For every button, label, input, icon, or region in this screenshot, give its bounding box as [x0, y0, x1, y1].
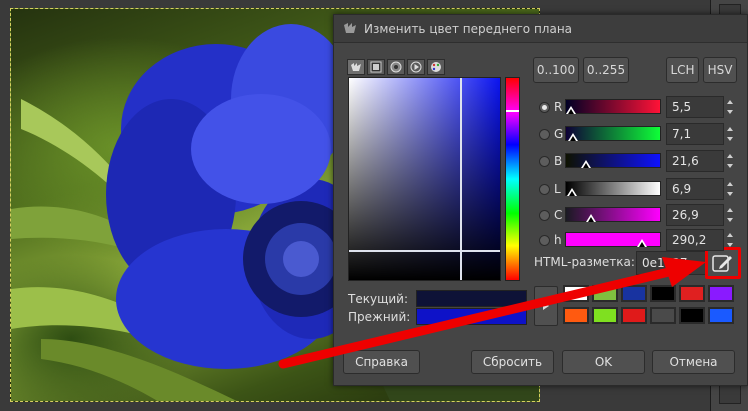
channel-radio-r[interactable]: [539, 101, 550, 113]
channel-row-r: R 5,5: [539, 96, 733, 118]
triangle-play-icon: [410, 61, 422, 73]
history-swatch[interactable]: [650, 285, 676, 302]
channel-value-g[interactable]: 7,1: [666, 123, 724, 145]
cmyk-selector-tab[interactable]: [367, 59, 385, 75]
channel-radio-g[interactable]: [539, 128, 550, 140]
slider-thumb-inner: [638, 242, 645, 247]
channel-value-c[interactable]: 26,9: [666, 204, 724, 226]
history-swatch[interactable]: [621, 307, 647, 324]
history-swatch[interactable]: [679, 307, 705, 324]
gimp-selector-tab[interactable]: [347, 59, 365, 75]
color-selector-tabs: [347, 59, 445, 75]
html-notation-label: HTML-разметка:: [534, 255, 635, 269]
history-swatch[interactable]: [592, 285, 618, 302]
spin-arrows-icon[interactable]: [725, 229, 735, 251]
cancel-button[interactable]: Отмена: [652, 350, 735, 374]
spin-arrows-icon[interactable]: [725, 178, 735, 200]
add-to-history-button[interactable]: [534, 286, 558, 326]
channel-value-l[interactable]: 6,9: [666, 178, 724, 200]
cmyk-grid-icon: [370, 61, 382, 73]
channel-row-g: G 7,1: [539, 123, 733, 145]
palette-icon: [431, 62, 441, 72]
dialog-title: Изменить цвет переднего плана: [364, 21, 573, 36]
color-wheel-icon: [390, 61, 402, 73]
channel-value-h[interactable]: 290,2: [666, 229, 724, 251]
previous-color-label: Прежний:: [348, 310, 411, 324]
history-swatch[interactable]: [708, 307, 734, 324]
channel-value-r[interactable]: 5,5: [666, 96, 724, 118]
slider-thumb-inner: [569, 191, 576, 196]
saturation-value-picker[interactable]: [348, 77, 501, 281]
arrow-right-icon: [543, 302, 549, 310]
channel-slider-b[interactable]: [565, 153, 661, 168]
channel-radio-l[interactable]: [539, 183, 550, 195]
hsv-button[interactable]: HSV: [703, 57, 737, 83]
current-color-swatch: [416, 290, 527, 307]
spin-arrows-icon[interactable]: [725, 123, 735, 145]
lch-button[interactable]: LCH: [666, 57, 699, 83]
channel-slider-r[interactable]: [565, 99, 661, 114]
channel-slider-c[interactable]: [565, 207, 661, 222]
channel-slider-g[interactable]: [565, 126, 661, 141]
dialog-titlebar[interactable]: Изменить цвет переднего плана: [334, 15, 747, 43]
help-button[interactable]: Справка: [343, 350, 420, 374]
spin-arrows-icon[interactable]: [725, 150, 735, 172]
triangle-selector-tab[interactable]: [407, 59, 425, 75]
channel-row-h: h 290,2: [539, 229, 733, 251]
history-swatch[interactable]: [621, 285, 647, 302]
history-swatch[interactable]: [563, 307, 589, 324]
change-foreground-color-dialog: Изменить цвет переднего плана 0..100 0..…: [333, 14, 748, 386]
channel-radio-h[interactable]: [539, 234, 550, 246]
hue-marker: [506, 110, 519, 112]
channel-row-l: L 6,9: [539, 178, 733, 200]
html-notation-input[interactable]: 0e1237: [636, 251, 706, 275]
channel-radio-b[interactable]: [539, 155, 550, 167]
wheel-selector-tab[interactable]: [387, 59, 405, 75]
eyedropper-icon: [712, 255, 732, 272]
history-swatch[interactable]: [708, 285, 734, 302]
channel-row-c: C 26,9: [539, 204, 733, 226]
history-swatch[interactable]: [563, 285, 589, 302]
wilber-icon: [351, 63, 361, 71]
channel-row-b: B 21,6: [539, 150, 733, 172]
range-0-100-button[interactable]: 0..100: [533, 57, 579, 83]
slider-thumb-inner: [588, 217, 595, 222]
current-color-label: Текущий:: [348, 292, 409, 306]
hue-slider[interactable]: [505, 77, 520, 281]
spin-arrows-icon[interactable]: [725, 96, 735, 118]
range-0-255-button[interactable]: 0..255: [583, 57, 629, 83]
history-swatch[interactable]: [592, 307, 618, 324]
palette-selector-tab[interactable]: [427, 59, 445, 75]
picker-crosshair-horizontal: [349, 250, 500, 252]
screen: Изменить цвет переднего плана 0..100 0..…: [0, 0, 748, 411]
channel-slider-h[interactable]: [565, 232, 661, 247]
channel-radio-c[interactable]: [539, 209, 550, 221]
gimp-wilber-icon: [344, 22, 356, 33]
channel-value-b[interactable]: 21,6: [666, 150, 724, 172]
history-swatch[interactable]: [679, 285, 705, 302]
slider-thumb-inner: [583, 163, 590, 168]
slider-thumb-inner: [568, 109, 575, 114]
previous-color-swatch[interactable]: [416, 308, 527, 325]
color-history: [563, 285, 739, 325]
history-swatch[interactable]: [650, 307, 676, 324]
channel-slider-l[interactable]: [565, 181, 661, 196]
spin-arrows-icon[interactable]: [725, 204, 735, 226]
color-picker-button[interactable]: [705, 247, 741, 279]
ok-button[interactable]: OK: [562, 350, 645, 374]
reset-button[interactable]: Сбросить: [471, 350, 554, 374]
slider-thumb-inner: [569, 136, 576, 141]
